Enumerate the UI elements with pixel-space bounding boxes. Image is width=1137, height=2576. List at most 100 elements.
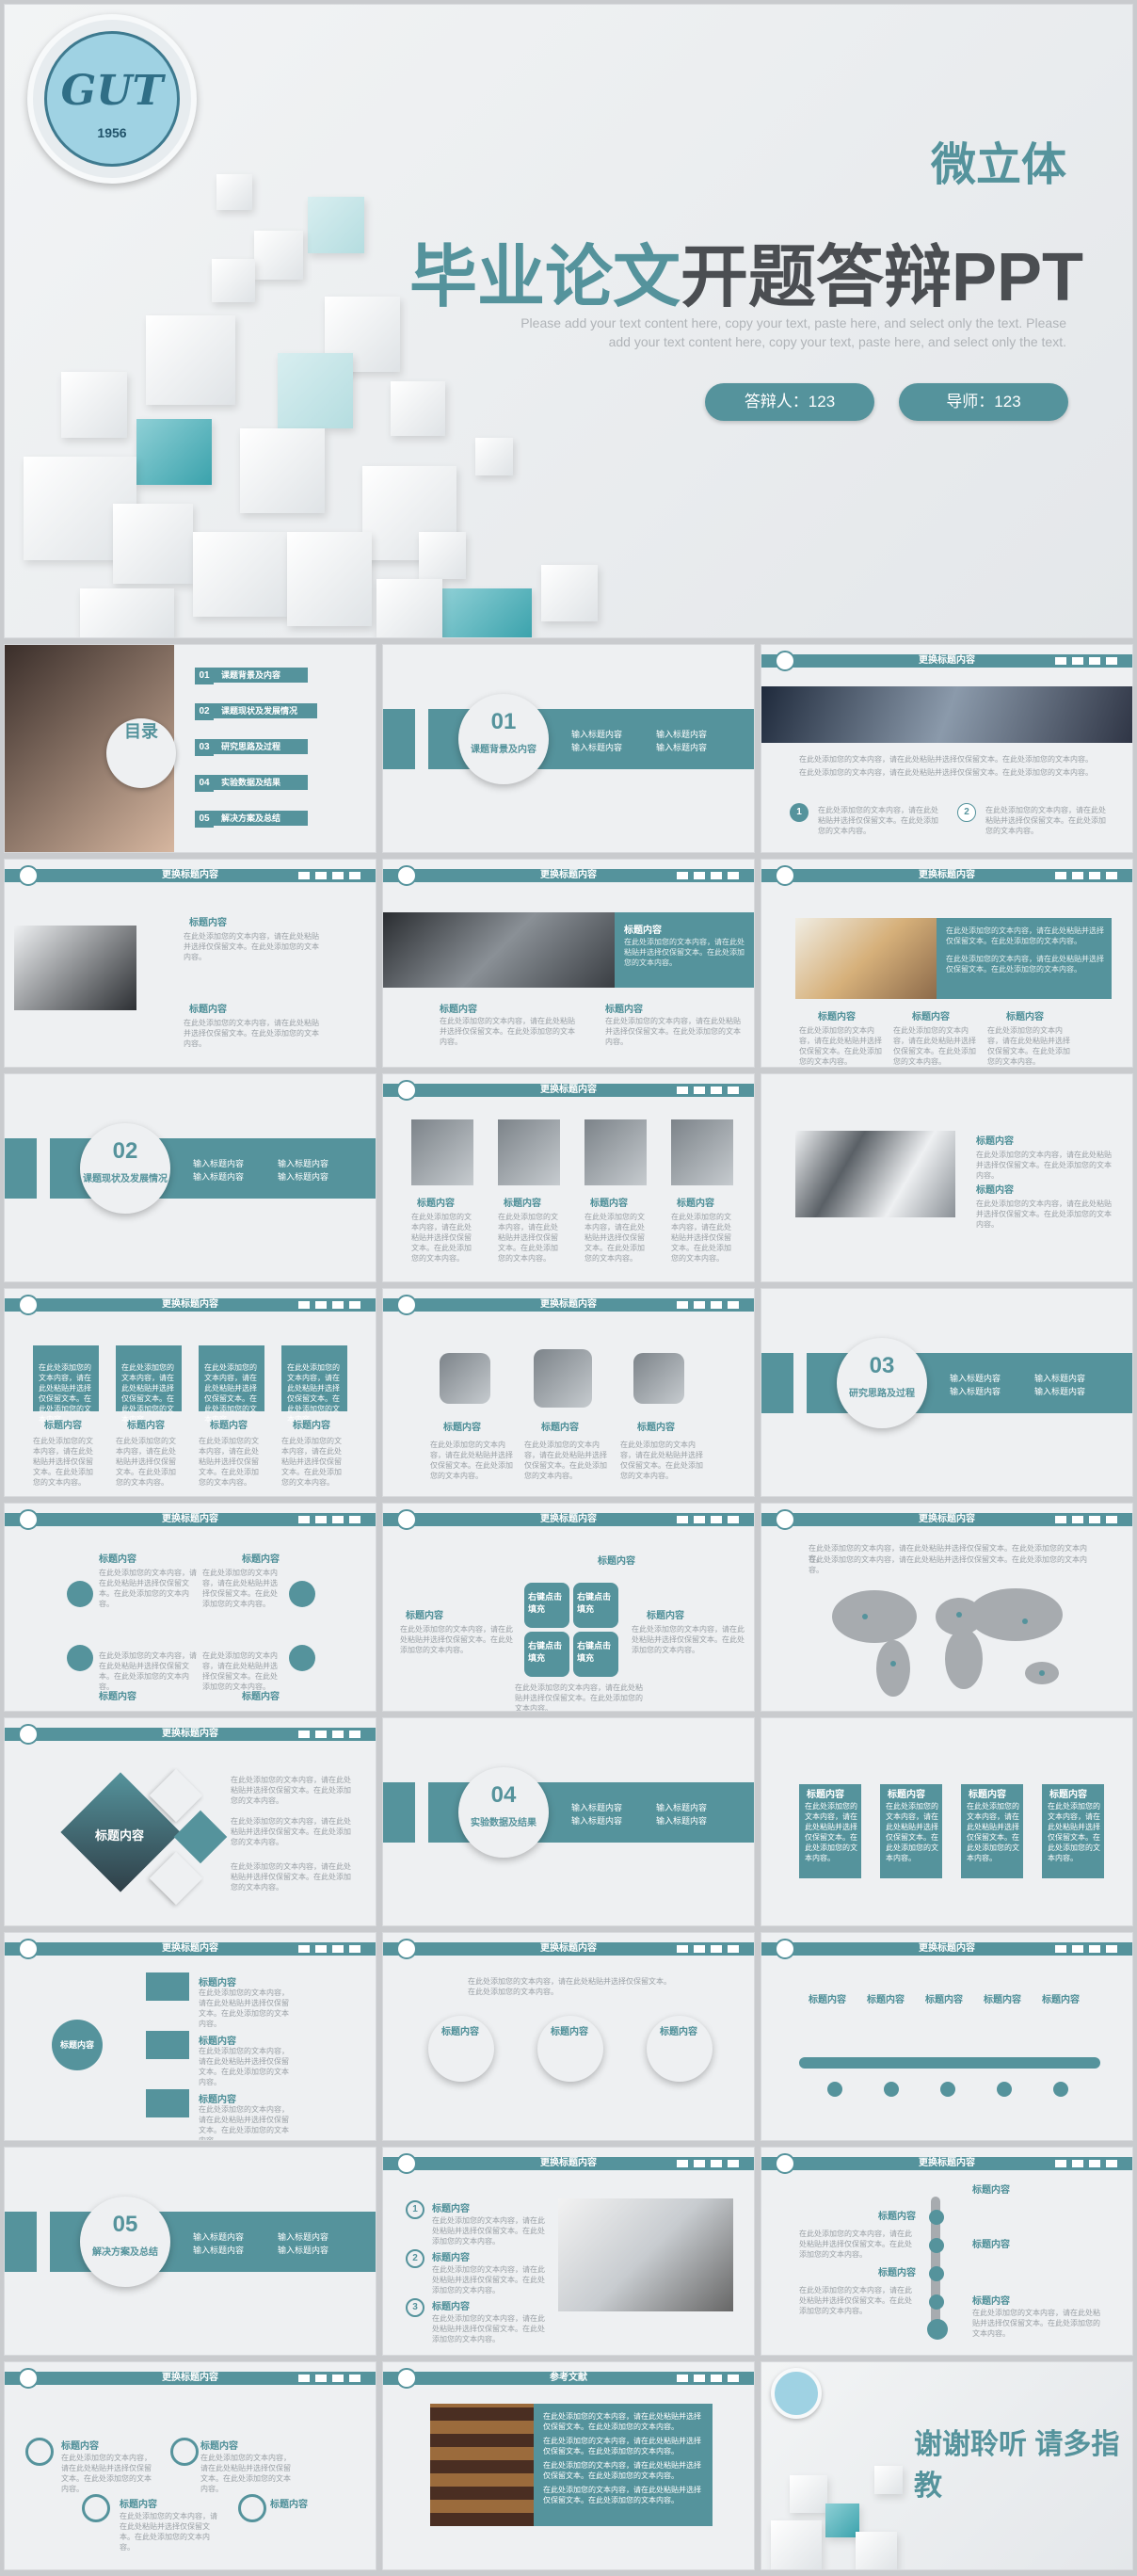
defender-pill[interactable]: 答辩人：123: [705, 383, 874, 421]
content-slide[interactable]: 更换标题内容 在此处添加您的文本内容，请在此处粘贴并选择仅保留文本。在此处添加您…: [4, 1288, 376, 1497]
toc-item[interactable]: 课题背景及内容: [214, 668, 308, 683]
content-slide[interactable]: 更换标题内容 标题内容 在此处添加您的文本内容，请在此处粘贴并选择仅保留文本。在…: [382, 859, 755, 1068]
item-title: 标题内容: [969, 1790, 1006, 1800]
item-title: 标题内容: [504, 1199, 541, 1209]
toc-item[interactable]: 研究思路及过程: [214, 739, 308, 754]
hex-photo: [440, 1353, 490, 1404]
body-text: 在此处添加您的文本内容，请在此处粘贴并选择仅保留文本。在此处添加您的文本内容。: [987, 1026, 1070, 1066]
section-05-slide[interactable]: 05 解决方案及总结 输入标题内容 输入标题内容 输入标题内容 输入标题内容: [4, 2147, 376, 2356]
content-slide[interactable]: 更换标题内容 在此处添加您的文本内容，请在此处粘贴并选择仅保留文本。在此处添加您…: [382, 1932, 755, 2141]
body-text: 在此处添加您的文本内容，请在此处粘贴并选择仅保留文本。在此处添加您的文本内容。: [632, 1625, 745, 1654]
toc-title: 目录: [106, 718, 176, 788]
diamond-slide[interactable]: 更换标题内容 标题内容 在此处添加您的文本内容，请在此处粘贴并选择仅保留文本。在…: [4, 1717, 376, 1926]
content-slide[interactable]: 标题内容 在此处添加您的文本内容，请在此处粘贴并选择仅保留文本。在此处添加您的文…: [761, 1073, 1133, 1282]
diamond-small: [149, 1851, 203, 1906]
content-slide[interactable]: 在此处添加您的文本内容，请在此处粘贴并选择仅保留文本。在此处添加您的文本内容。 …: [761, 1717, 1133, 1926]
cube-decoration: [475, 438, 513, 475]
item-title: 标题内容: [200, 2441, 238, 2452]
toc-number: 01: [195, 668, 214, 684]
section-01-slide[interactable]: 01 课题背景及内容 输入标题内容 输入标题内容 输入标题内容 输入标题内容: [382, 644, 755, 853]
item-title: 标题内容: [605, 1005, 643, 1015]
cube-decoration: [240, 428, 325, 513]
cube-decoration: [391, 381, 445, 436]
band-left: [383, 709, 415, 769]
content-slide[interactable]: 更换标题内容 标题内容 在此处添加您的文本内容，请在此处粘贴并选择仅保留文本。在…: [4, 859, 376, 1068]
content-slide[interactable]: 更换标题内容 1 2 3 标题内容 标题内容 标题内容 在此处添加您的文本内容，…: [382, 2147, 755, 2356]
header-bar: 更换标题内容: [5, 1939, 376, 1959]
body-text: 在此处添加您的文本内容，请在此处粘贴并选择仅保留文本。在此处添加您的文本内容。: [605, 1017, 741, 1046]
content-slide[interactable]: 更换标题内容 标题内容 标题内容 标题内容 标题内容 在此处添加您的文本内容，请…: [4, 1503, 376, 1712]
cube-decoration: [254, 231, 303, 280]
references-slide[interactable]: 参考文献 在此处添加您的文本内容，请在此处粘贴并选择仅保留文本。在此处添加您的文…: [382, 2361, 755, 2570]
cube-decoration: [419, 532, 466, 579]
body-text: 在此处添加您的文本内容，请在此处粘贴并选择仅保留文本。在此处添加您的文本内容。: [432, 2216, 545, 2246]
body-text: 在此处添加您的文本内容，请在此处粘贴并选择仅保留文本。在此处添加您的文本内容。: [515, 1683, 643, 1712]
toc-item[interactable]: 解决方案及总结: [214, 811, 308, 826]
title-slide[interactable]: GUT 1956 微立体 毕业论文开题答辩PPT Please add your…: [4, 4, 1133, 638]
item-title: 标题内容: [888, 1790, 925, 1800]
content-slide[interactable]: 更换标题内容 在此处添加您的文本内容，请在此处粘贴并选择仅保留文本。在此处添加您…: [761, 859, 1133, 1068]
body-text: 在此处添加您的文本内容，请在此处粘贴并选择仅保留文本。在此处添加您的文本内容。: [624, 938, 745, 967]
section-02-slide[interactable]: 02 课题现状及发展情况 输入标题内容 输入标题内容 输入标题内容 输入标题内容: [4, 1073, 376, 1282]
item-title: 标题内容: [660, 2027, 697, 2037]
item-title: 标题内容: [242, 1554, 280, 1565]
section-04-slide[interactable]: 04 实验数据及结果 输入标题内容 输入标题内容 输入标题内容 输入标题内容: [382, 1717, 755, 1926]
cube-decoration: [113, 504, 193, 584]
world-map: [832, 1588, 1063, 1697]
item-title: 标题内容: [99, 1554, 136, 1565]
photo-thumb: [585, 1119, 647, 1185]
bullet: 输入标题内容: [278, 2232, 329, 2242]
number-circle: 2: [957, 803, 976, 822]
body-text: 在此处添加您的文本内容，请在此处粘贴并选择仅保留文本。在此处添加您的文本内容。: [946, 926, 1104, 945]
item-title: 标题内容: [1049, 1790, 1087, 1800]
bullet: 输入标题内容: [656, 743, 708, 752]
item-title: 标题内容: [867, 1995, 905, 2005]
cube-decoration: [216, 174, 252, 210]
thanks-slide[interactable]: 谢谢聆听 请多指教: [761, 2361, 1133, 2570]
body-text: 在此处添加您的文本内容，请在此处粘贴并选择仅保留文本。在此处添加您的文本内容。: [620, 1441, 703, 1480]
university-logo: [771, 2368, 822, 2419]
number-circle: 3: [406, 2298, 424, 2317]
section-03-slide[interactable]: 03 研究思路及过程 输入标题内容 输入标题内容 输入标题内容 输入标题内容: [761, 1288, 1133, 1497]
body-text: 在此处添加您的文本内容，请在此处粘贴并选择仅保留文本。在此处添加您的文本内容。: [231, 1776, 351, 1805]
content-slide[interactable]: 更换标题内容 标题内容 标题内容 标题内容 标题内容 在此处添加您的文本内容，请…: [4, 2361, 376, 2570]
number-circle: 1: [790, 803, 809, 822]
cube-decoration: [287, 532, 372, 626]
item-title: 标题内容: [590, 1199, 628, 1209]
advisor-pill[interactable]: 导师：123: [899, 383, 1068, 421]
strip-photo: [795, 1131, 955, 1217]
bullet: 输入标题内容: [656, 1803, 708, 1812]
bullet: 输入标题内容: [278, 1159, 329, 1168]
toc-slide[interactable]: 目录 01 课题背景及内容 02 课题现状及发展情况 03 研究思路及过程 04…: [4, 644, 376, 853]
cube-decoration: [193, 532, 287, 617]
world-map-slide[interactable]: 更换标题内容 在此处添加您的文本内容，请在此处粘贴并选择仅保留文本。在此处添加您…: [761, 1503, 1133, 1712]
header-bar: 更换标题内容: [383, 865, 754, 886]
card-02: 在此处添加您的文本内容，请在此处粘贴并选择仅保留文本。在此处添加您的文本内容。: [116, 1345, 182, 1424]
globe-icon: [927, 2319, 948, 2340]
body-text: 在此处添加您的文本内容，请在此处粘贴并选择仅保留文本。在此处添加您的文本内容。: [799, 768, 1093, 777]
item-title: 标题内容: [1042, 1995, 1080, 2005]
item-title: 标题内容: [809, 1995, 846, 2005]
toc-item[interactable]: 课题现状及发展情况: [214, 703, 317, 718]
toc-item[interactable]: 实验数据及结果: [214, 775, 308, 790]
hexagon: 右键点击填充: [524, 1632, 569, 1677]
band-left: [761, 1353, 793, 1413]
bullet: 输入标题内容: [571, 1816, 623, 1826]
item-title: 标题内容: [972, 2185, 1010, 2196]
hexagon-slide[interactable]: 更换标题内容 右键点击填充 右键点击填充 右键点击填充 右键点击填充 标题内容 …: [382, 1503, 755, 1712]
arrow-list-slide[interactable]: 更换标题内容 标题内容 标题内容 标题内容 标题内容 在此处添加您的文本内容，请…: [4, 1932, 376, 2141]
cube-decoration: [80, 588, 174, 637]
body-text: 在此处添加您的文本内容，请在此处粘贴并选择仅保留文本。在此处添加您的文本内容。: [120, 2512, 217, 2552]
hexagon: 右键点击填充: [573, 1583, 618, 1628]
title: 毕业论文开题答辩PPT: [408, 240, 1083, 315]
gear-icon: [884, 2082, 899, 2097]
content-slide[interactable]: 更换标题内容 标题内容 标题内容 标题内容 在此处添加您的文本内容，请在此处粘贴…: [382, 1288, 755, 1497]
vertical-timeline-slide[interactable]: 更换标题内容 标题内容 标题内容 标题内容 标题内容 标题内容 在此处添加您的文…: [761, 2147, 1133, 2356]
content-slide[interactable]: 更换标题内容 标题内容 标题内容 标题内容 标题内容 在此处添加您的文本内容，请…: [382, 1073, 755, 1282]
content-slide[interactable]: 更换标题内容 在此处添加您的文本内容，请在此处粘贴并选择仅保留文本。在此处添加您…: [761, 644, 1133, 853]
chart-icon: [1053, 2082, 1068, 2097]
bullet: 输入标题内容: [193, 1172, 245, 1182]
timeline-slide[interactable]: 更换标题内容 标题内容 标题内容 标题内容 标题内容 标题内容: [761, 1932, 1133, 2141]
cube-decoration: [442, 588, 532, 637]
body-text: 在此处添加您的文本内容，请在此处粘贴并选择仅保留文本。在此处添加您的文本内容。: [524, 1441, 607, 1480]
